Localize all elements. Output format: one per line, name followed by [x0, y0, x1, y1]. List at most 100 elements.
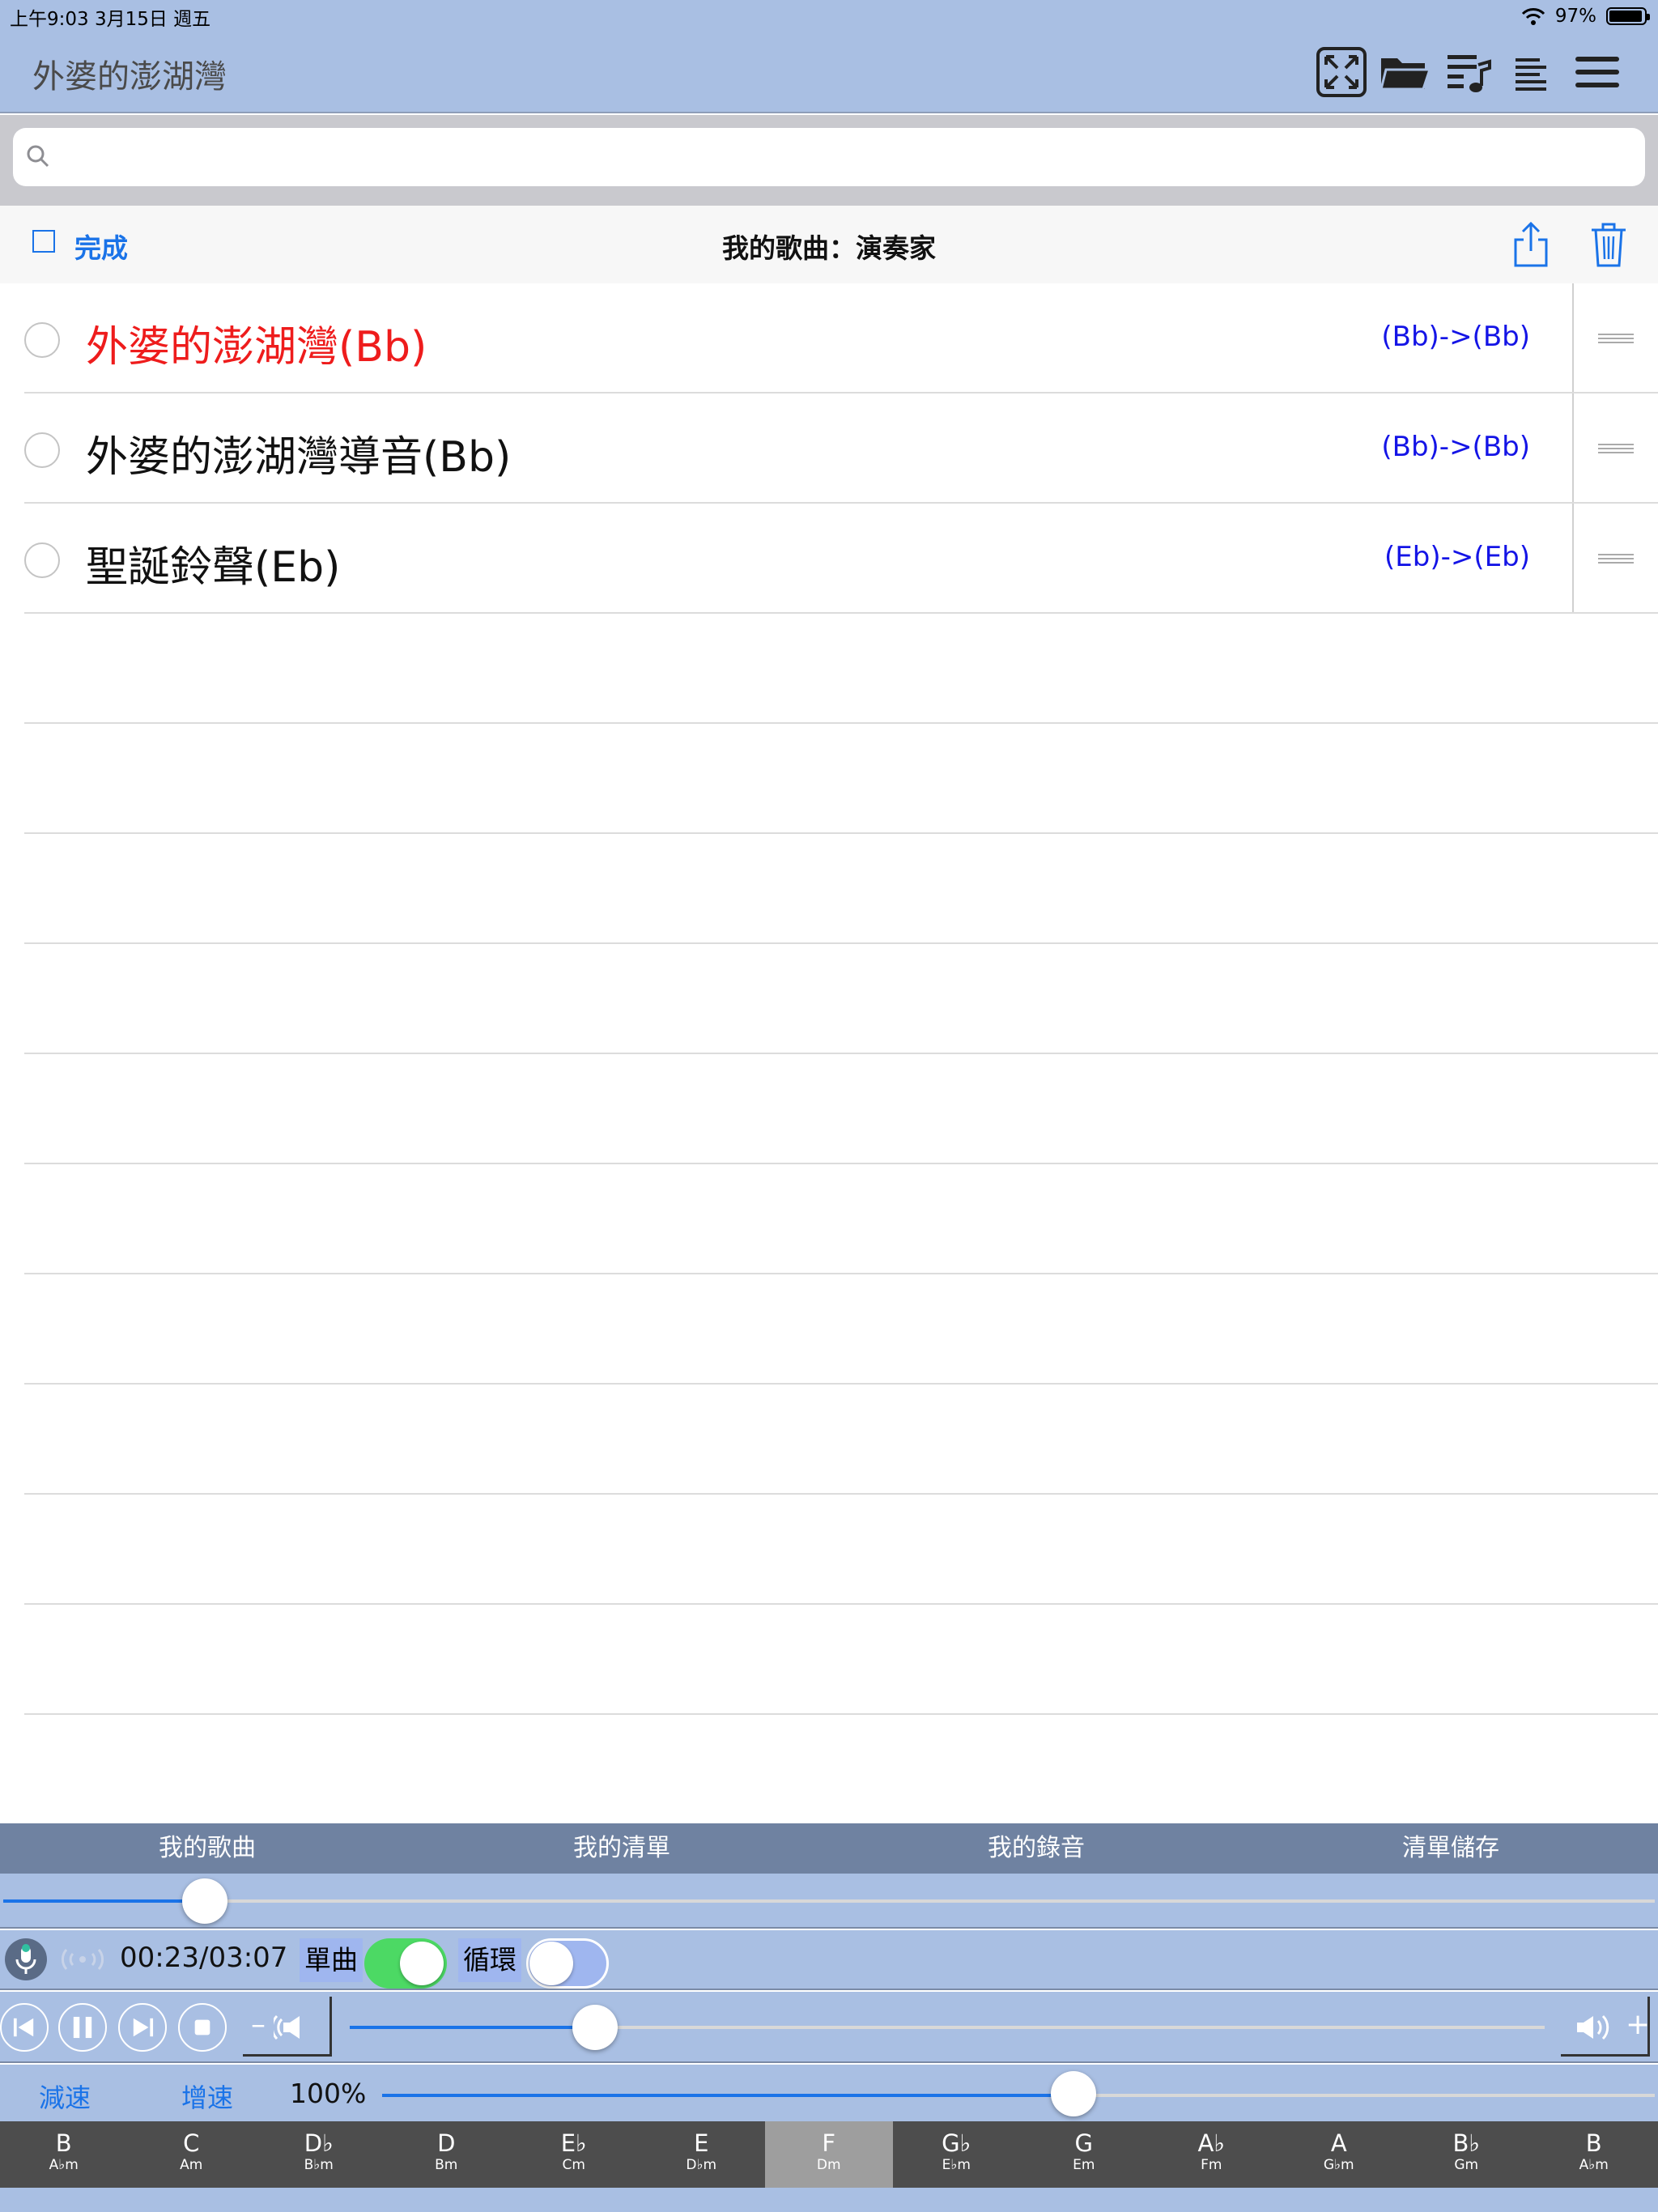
- loop-toggle[interactable]: [526, 1938, 609, 1989]
- key-button[interactable]: F Dm: [765, 2121, 893, 2188]
- key-minor-label: A♭m: [1579, 2157, 1609, 2173]
- status-bar: 上午9:03 3月15日 週五 97%: [0, 0, 1658, 32]
- time-row: 00:23/03:07 單曲 循環: [0, 1930, 1658, 1990]
- empty-row: [0, 1164, 1658, 1274]
- status-time-date: 上午9:03 3月15日 週五: [10, 9, 211, 30]
- progress-track[interactable]: [3, 1899, 1655, 1903]
- song-row[interactable]: 聖誕鈴聲(Eb) (Eb)->(Eb): [0, 504, 1658, 614]
- reorder-grip-icon[interactable]: [1596, 549, 1635, 568]
- song-row[interactable]: 外婆的澎湖灣導音(Bb) (Bb)->(Bb): [0, 393, 1658, 504]
- select-radio[interactable]: [24, 432, 60, 468]
- empty-row: [0, 724, 1658, 834]
- nav-title: 外婆的澎湖灣: [32, 58, 227, 96]
- speed-slider-thumb[interactable]: [1050, 2071, 1096, 2116]
- key-minor-label: Am: [180, 2157, 203, 2173]
- bottom-strip: [0, 2188, 1658, 2212]
- folder-icon[interactable]: [1378, 45, 1432, 99]
- bottom-tab-bar: 我的歌曲 我的清單 我的錄音 清單儲存: [0, 1823, 1658, 1874]
- key-button[interactable]: A♭ Fm: [1148, 2121, 1276, 2188]
- key-minor-label: Bm: [435, 2157, 458, 2173]
- menu-icon[interactable]: [1571, 45, 1624, 99]
- next-button[interactable]: [118, 2003, 167, 2052]
- key-minor-label: Cm: [562, 2157, 585, 2173]
- mic-button[interactable]: [5, 1938, 47, 1980]
- key-minor-label: Fm: [1201, 2157, 1222, 2173]
- loop-label: 循環: [458, 1938, 521, 1982]
- search-icon: [27, 145, 49, 168]
- mic-icon: [15, 1944, 36, 1974]
- song-title: 聖誕鈴聲(Eb): [86, 543, 341, 592]
- key-major-label: E♭: [560, 2129, 587, 2157]
- speed-fill: [382, 2094, 1073, 2097]
- nav-bar: 外婆的澎湖灣: [0, 32, 1658, 113]
- search-bar: [0, 115, 1658, 206]
- key-button[interactable]: G♭ E♭m: [893, 2121, 1021, 2188]
- share-icon[interactable]: [1511, 220, 1551, 269]
- previous-button[interactable]: [0, 2003, 49, 2052]
- transport-controls: – +: [0, 1992, 1658, 2063]
- row-divider: [1572, 504, 1574, 614]
- trash-icon[interactable]: [1588, 220, 1629, 269]
- key-button[interactable]: B♭ Gm: [1403, 2121, 1531, 2188]
- empty-row: [0, 1274, 1658, 1385]
- speed-value: 100%: [290, 2078, 367, 2109]
- key-major-label: G♭: [942, 2129, 971, 2157]
- speed-row: 減速 增速 100%: [0, 2065, 1658, 2121]
- tab-my-songs[interactable]: 我的歌曲: [0, 1823, 414, 1874]
- key-major-label: B: [55, 2129, 72, 2157]
- key-major-label: E: [694, 2129, 709, 2157]
- key-button[interactable]: B A♭m: [0, 2121, 128, 2188]
- text-align-icon[interactable]: [1504, 45, 1558, 99]
- row-divider: [1572, 393, 1574, 504]
- key-minor-label: Em: [1073, 2157, 1095, 2173]
- key-minor-label: A♭m: [49, 2157, 79, 2173]
- key-major-label: A♭: [1197, 2129, 1226, 2157]
- tab-my-playlists[interactable]: 我的清單: [414, 1823, 829, 1874]
- key-minor-label: G♭m: [1323, 2157, 1354, 2173]
- key-button[interactable]: D♭ B♭m: [255, 2121, 383, 2188]
- list-header: 完成 我的歌曲：演奏家: [0, 206, 1658, 283]
- key-major-label: B♭: [1452, 2129, 1481, 2157]
- slower-button[interactable]: 減速: [39, 2078, 91, 2115]
- key-button[interactable]: E D♭m: [638, 2121, 766, 2188]
- key-button[interactable]: D Bm: [383, 2121, 511, 2188]
- progress-row: [0, 1874, 1658, 1929]
- key-major-label: G: [1074, 2129, 1093, 2157]
- tab-save-playlist[interactable]: 清單儲存: [1244, 1823, 1658, 1874]
- key-button[interactable]: C Am: [128, 2121, 256, 2188]
- volume-slider-thumb[interactable]: [572, 2005, 618, 2050]
- single-song-toggle[interactable]: [364, 1938, 447, 1989]
- key-button[interactable]: E♭ Cm: [510, 2121, 638, 2188]
- song-title: 外婆的澎湖灣(Bb): [86, 323, 427, 372]
- tab-my-recordings[interactable]: 我的錄音: [829, 1823, 1244, 1874]
- song-key: (Bb)->(Bb): [1381, 431, 1530, 463]
- pause-button[interactable]: [58, 2003, 107, 2052]
- reorder-grip-icon[interactable]: [1596, 439, 1635, 458]
- volume-up-button[interactable]: +: [1561, 1997, 1650, 2057]
- search-input[interactable]: [13, 128, 1645, 186]
- wifi-icon: [1521, 8, 1545, 25]
- playlist-icon[interactable]: [1443, 45, 1496, 99]
- volume-minus-sign: –: [251, 2008, 266, 2041]
- key-button[interactable]: B A♭m: [1530, 2121, 1658, 2188]
- select-radio[interactable]: [24, 542, 60, 578]
- song-row[interactable]: 外婆的澎湖灣(Bb) (Bb)->(Bb): [0, 283, 1658, 393]
- fullscreen-icon[interactable]: [1315, 45, 1368, 99]
- next-icon: [133, 2018, 154, 2037]
- status-indicators: 97%: [1521, 3, 1650, 29]
- faster-button[interactable]: 增速: [181, 2078, 233, 2115]
- key-button[interactable]: G Em: [1020, 2121, 1148, 2188]
- stop-button[interactable]: [178, 2003, 227, 2052]
- volume-down-button[interactable]: –: [243, 1997, 332, 2057]
- empty-row: [0, 1385, 1658, 1495]
- progress-slider-thumb[interactable]: [181, 1878, 227, 1924]
- previous-icon: [13, 2018, 34, 2037]
- reorder-grip-icon[interactable]: [1596, 329, 1635, 348]
- select-radio[interactable]: [24, 322, 60, 358]
- empty-row: [0, 1605, 1658, 1715]
- key-button[interactable]: A G♭m: [1275, 2121, 1403, 2188]
- key-minor-label: D♭m: [686, 2157, 717, 2173]
- row-divider: [1572, 283, 1574, 393]
- pause-icon: [73, 2016, 92, 2039]
- song-key: (Bb)->(Bb): [1381, 321, 1530, 353]
